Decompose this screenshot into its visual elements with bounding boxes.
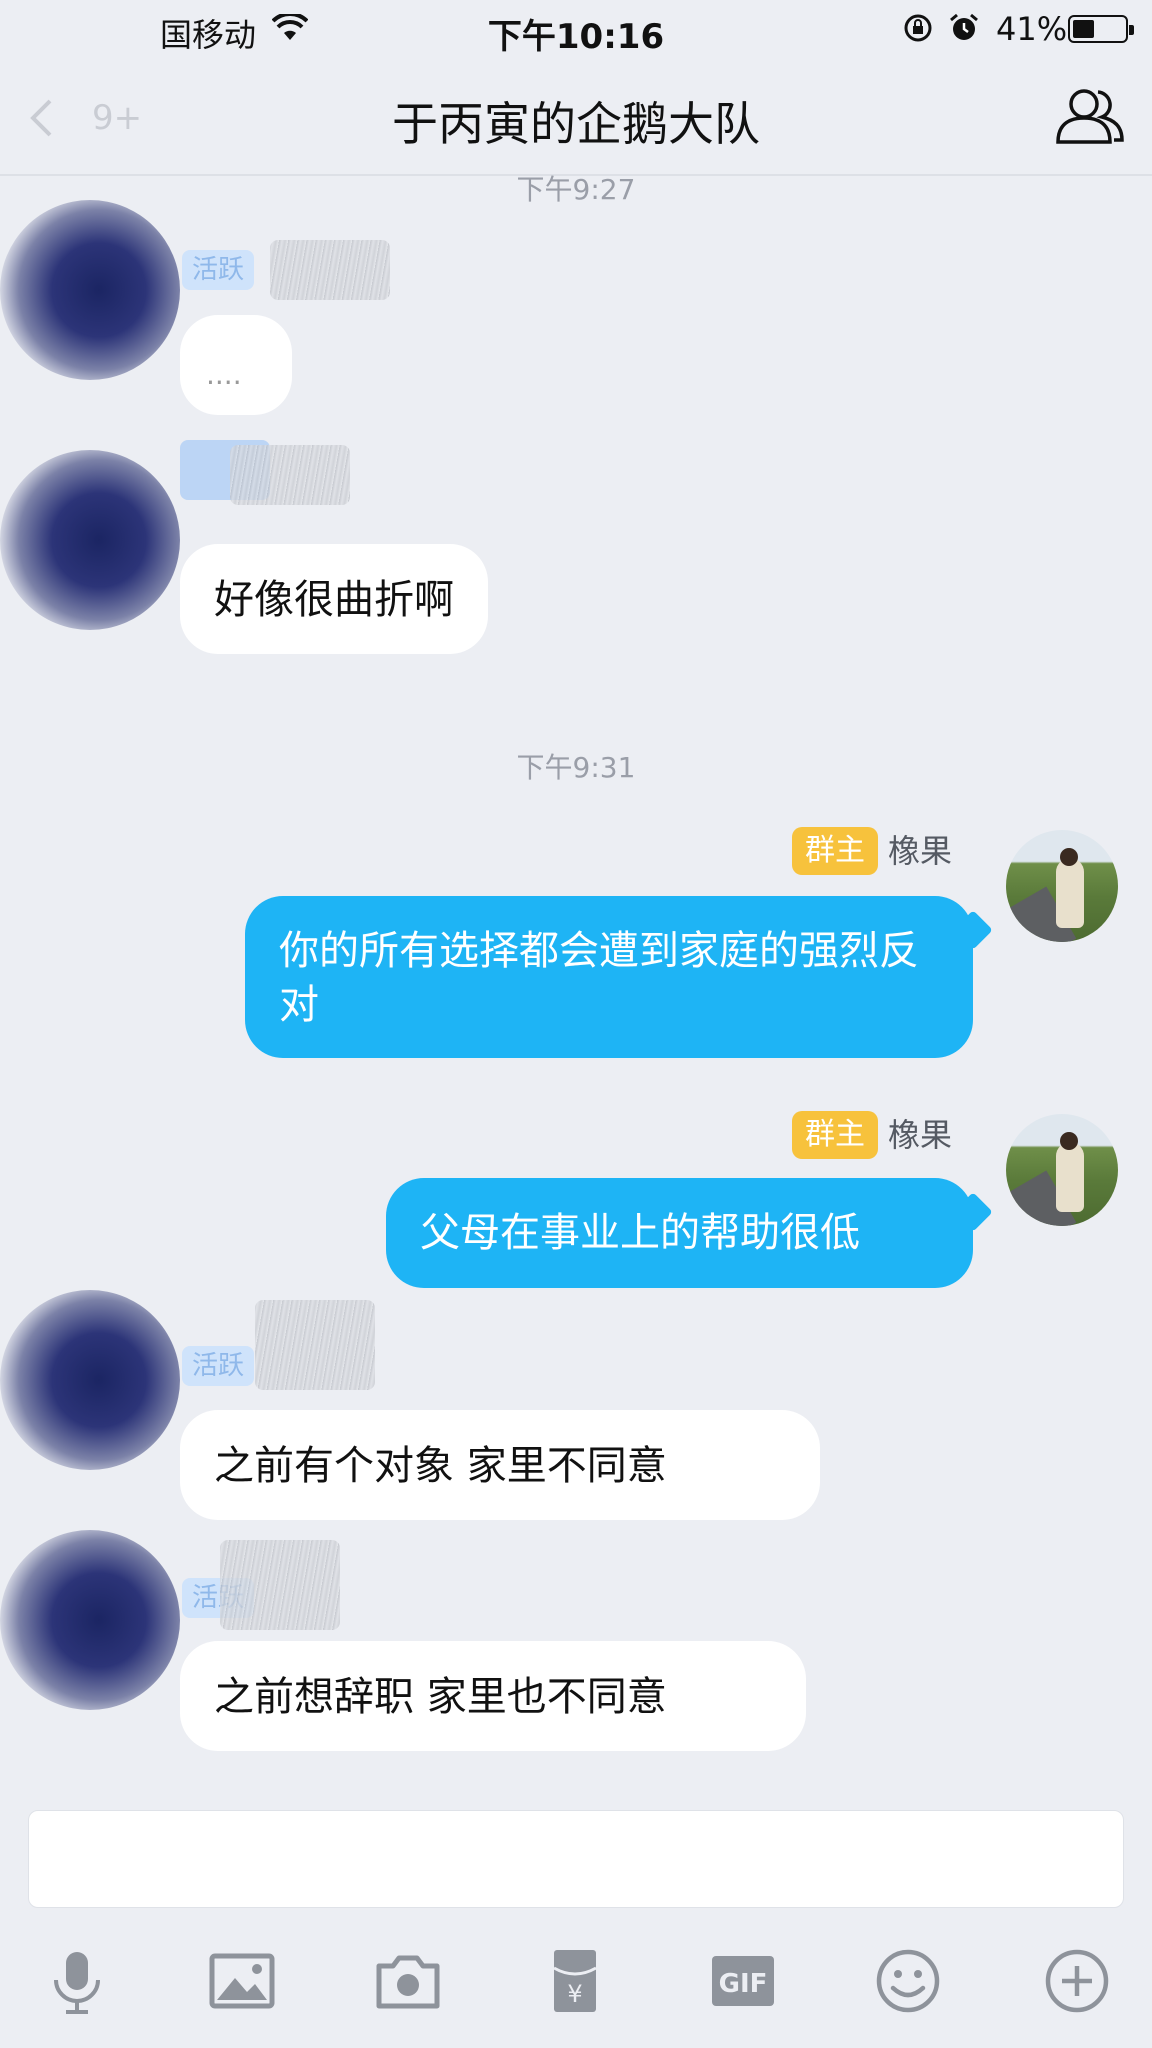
message-bubble-self[interactable]: 你的所有选择都会遭到家庭的强烈反对: [245, 896, 993, 1058]
message-bubble[interactable]: 之前想辞职 家里也不同意: [180, 1641, 806, 1751]
redacted-sender-name: [255, 1300, 375, 1390]
chat-title: 于丙寅的企鹅大队: [392, 97, 760, 151]
rotation-lock-icon: [904, 14, 932, 42]
message-bubble[interactable]: 好像很曲折啊: [180, 544, 488, 654]
sender-name: 橡果: [888, 1116, 953, 1154]
alarm-icon: [950, 13, 978, 40]
image-icon[interactable]: [207, 1946, 277, 2016]
typing-indicator: ....: [206, 358, 242, 391]
avatar[interactable]: [0, 1290, 180, 1470]
owner-tag: 群主: [792, 1111, 878, 1159]
nav-bar: 9+ 于丙寅的企鹅大队: [0, 58, 1152, 176]
avatar[interactable]: [0, 1530, 180, 1710]
message-text: 你的所有选择都会遭到家庭的强烈反对: [279, 928, 919, 1028]
group-members-icon[interactable]: [1054, 84, 1126, 148]
message-text: 之前有个对象 家里不同意: [214, 1443, 667, 1489]
redacted-sender-name: [230, 445, 350, 505]
svg-text:¥: ¥: [567, 1980, 582, 2008]
microphone-icon[interactable]: [42, 1946, 112, 2016]
redacted-sender-name: [270, 240, 390, 300]
battery-percent: 41%: [996, 10, 1068, 48]
message-text: 父母在事业上的帮助很低: [420, 1210, 860, 1256]
avatar[interactable]: [1006, 830, 1118, 942]
message-input[interactable]: [28, 1810, 1124, 1908]
gif-icon[interactable]: GIF: [708, 1946, 778, 2016]
input-toolbar: ¥ GIF: [0, 1930, 1152, 2030]
camera-icon[interactable]: [373, 1946, 443, 2016]
emoji-icon[interactable]: [873, 1946, 943, 2016]
owner-tag: 群主: [792, 827, 878, 875]
plus-icon[interactable]: [1042, 1946, 1112, 2016]
active-tag: 活跃: [182, 250, 255, 290]
active-tag: 活跃: [182, 1346, 255, 1386]
timestamp: 下午9:31: [516, 751, 636, 784]
avatar[interactable]: [1006, 1114, 1118, 1226]
battery-icon: [1068, 15, 1134, 43]
status-bar: 国移动 下午10:16 41%: [0, 0, 1152, 58]
message-bubble[interactable]: 之前有个对象 家里不同意: [180, 1410, 820, 1520]
avatar[interactable]: [0, 450, 180, 630]
sender-name: 橡果: [888, 832, 953, 870]
battery-fill: [1073, 20, 1094, 38]
red-packet-icon[interactable]: ¥: [540, 1946, 610, 2016]
avatar[interactable]: [0, 200, 180, 380]
redacted-sender-name: [220, 1540, 340, 1630]
message-text: 之前想辞职 家里也不同意: [214, 1674, 667, 1720]
gif-label: GIF: [719, 1969, 768, 1999]
message-text: 好像很曲折啊: [214, 577, 454, 623]
timestamp: 下午9:27: [516, 173, 636, 206]
message-bubble-self[interactable]: 父母在事业上的帮助很低: [386, 1178, 993, 1288]
typing-bubble[interactable]: ....: [180, 315, 292, 415]
